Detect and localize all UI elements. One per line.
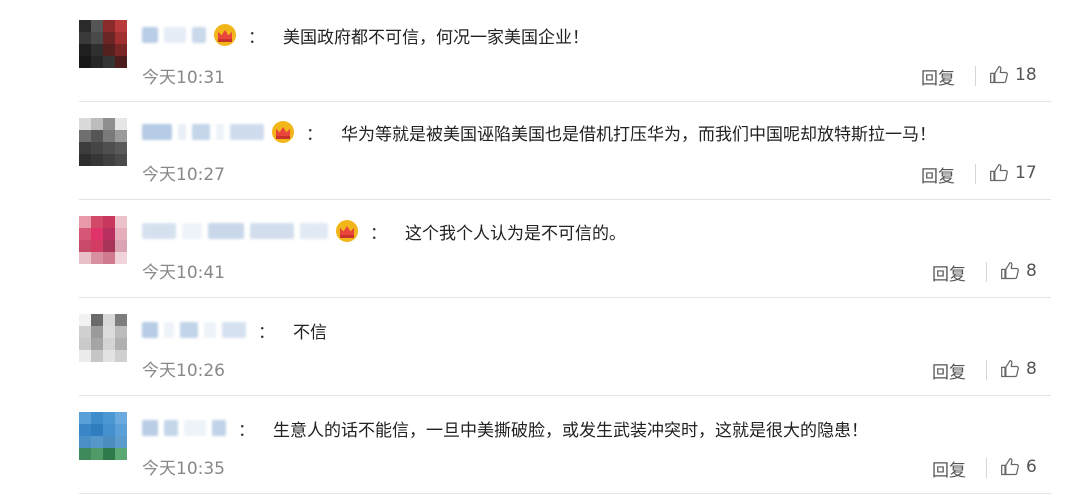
comment-text: 华为等就是被美国诬陷美国也是借机打压华为，而我们中国呢却放特斯拉一马！ xyxy=(341,124,936,145)
colon: ： xyxy=(370,223,387,244)
thumbs-up-icon xyxy=(990,66,1008,84)
reply-button[interactable]: 回复 xyxy=(932,456,966,481)
thumbs-up-icon xyxy=(1001,458,1019,476)
avatar[interactable] xyxy=(79,314,127,362)
avatar[interactable] xyxy=(79,216,127,264)
like-count: 8 xyxy=(1026,359,1037,379)
divider xyxy=(79,493,1051,494)
username[interactable]: ： 美国政府都不可信，何况一家美国企业！ xyxy=(142,24,589,48)
like-button[interactable]: 17 xyxy=(989,163,1037,183)
like-button[interactable]: 8 xyxy=(1000,261,1037,281)
avatar[interactable] xyxy=(79,412,127,460)
separator xyxy=(975,66,976,86)
thumbs-up-icon xyxy=(990,164,1008,182)
thumbs-up-icon xyxy=(1001,262,1019,280)
crown-icon xyxy=(214,24,236,46)
avatar[interactable] xyxy=(79,20,127,68)
username[interactable]: ： 这个我个人认为是不可信的。 xyxy=(142,220,626,244)
comment-time: 今天10:41 xyxy=(142,263,225,283)
comment-time: 今天10:35 xyxy=(142,459,225,479)
like-button[interactable]: 18 xyxy=(989,65,1037,85)
colon: ： xyxy=(306,124,323,145)
comment-text: 不信 xyxy=(293,322,327,343)
reply-button[interactable]: 回复 xyxy=(921,162,955,187)
username[interactable]: ： 华为等就是被美国诬陷美国也是借机打压华为，而我们中国呢却放特斯拉一马！ xyxy=(142,121,936,145)
crown-icon xyxy=(272,121,294,143)
colon: ： xyxy=(248,27,265,48)
separator xyxy=(986,458,987,478)
colon: ： xyxy=(238,420,255,441)
comment-list: ： 美国政府都不可信，何况一家美国企业！ 今天10:31 回复 18 ： 华为等… xyxy=(0,0,1080,497)
reply-button[interactable]: 回复 xyxy=(932,358,966,383)
reply-button[interactable]: 回复 xyxy=(932,260,966,285)
divider xyxy=(79,297,1051,298)
comment-time: 今天10:31 xyxy=(142,68,225,88)
username[interactable]: ： 生意人的话不能信，一旦中美撕破脸，或发生武装冲突时，这就是很大的隐患！ xyxy=(142,417,868,441)
comment-time: 今天10:27 xyxy=(142,165,225,185)
avatar[interactable] xyxy=(79,118,127,166)
like-count: 6 xyxy=(1026,457,1037,477)
like-count: 18 xyxy=(1015,65,1037,85)
comment-text: 美国政府都不可信，何况一家美国企业！ xyxy=(283,27,589,48)
separator xyxy=(986,262,987,282)
thumbs-up-icon xyxy=(1001,360,1019,378)
crown-icon xyxy=(336,220,358,242)
like-count: 8 xyxy=(1026,261,1037,281)
comment-time: 今天10:26 xyxy=(142,361,225,381)
like-button[interactable]: 8 xyxy=(1000,359,1037,379)
separator xyxy=(975,164,976,184)
divider xyxy=(79,101,1051,102)
username[interactable]: ： 不信 xyxy=(142,319,327,343)
comment-text: 这个我个人认为是不可信的。 xyxy=(405,223,626,244)
colon: ： xyxy=(258,322,275,343)
separator xyxy=(986,360,987,380)
comment-text: 生意人的话不能信，一旦中美撕破脸，或发生武装冲突时，这就是很大的隐患！ xyxy=(273,420,868,441)
like-count: 17 xyxy=(1015,163,1037,183)
divider xyxy=(79,395,1051,396)
reply-button[interactable]: 回复 xyxy=(921,64,955,89)
divider xyxy=(79,199,1051,200)
like-button[interactable]: 6 xyxy=(1000,457,1037,477)
